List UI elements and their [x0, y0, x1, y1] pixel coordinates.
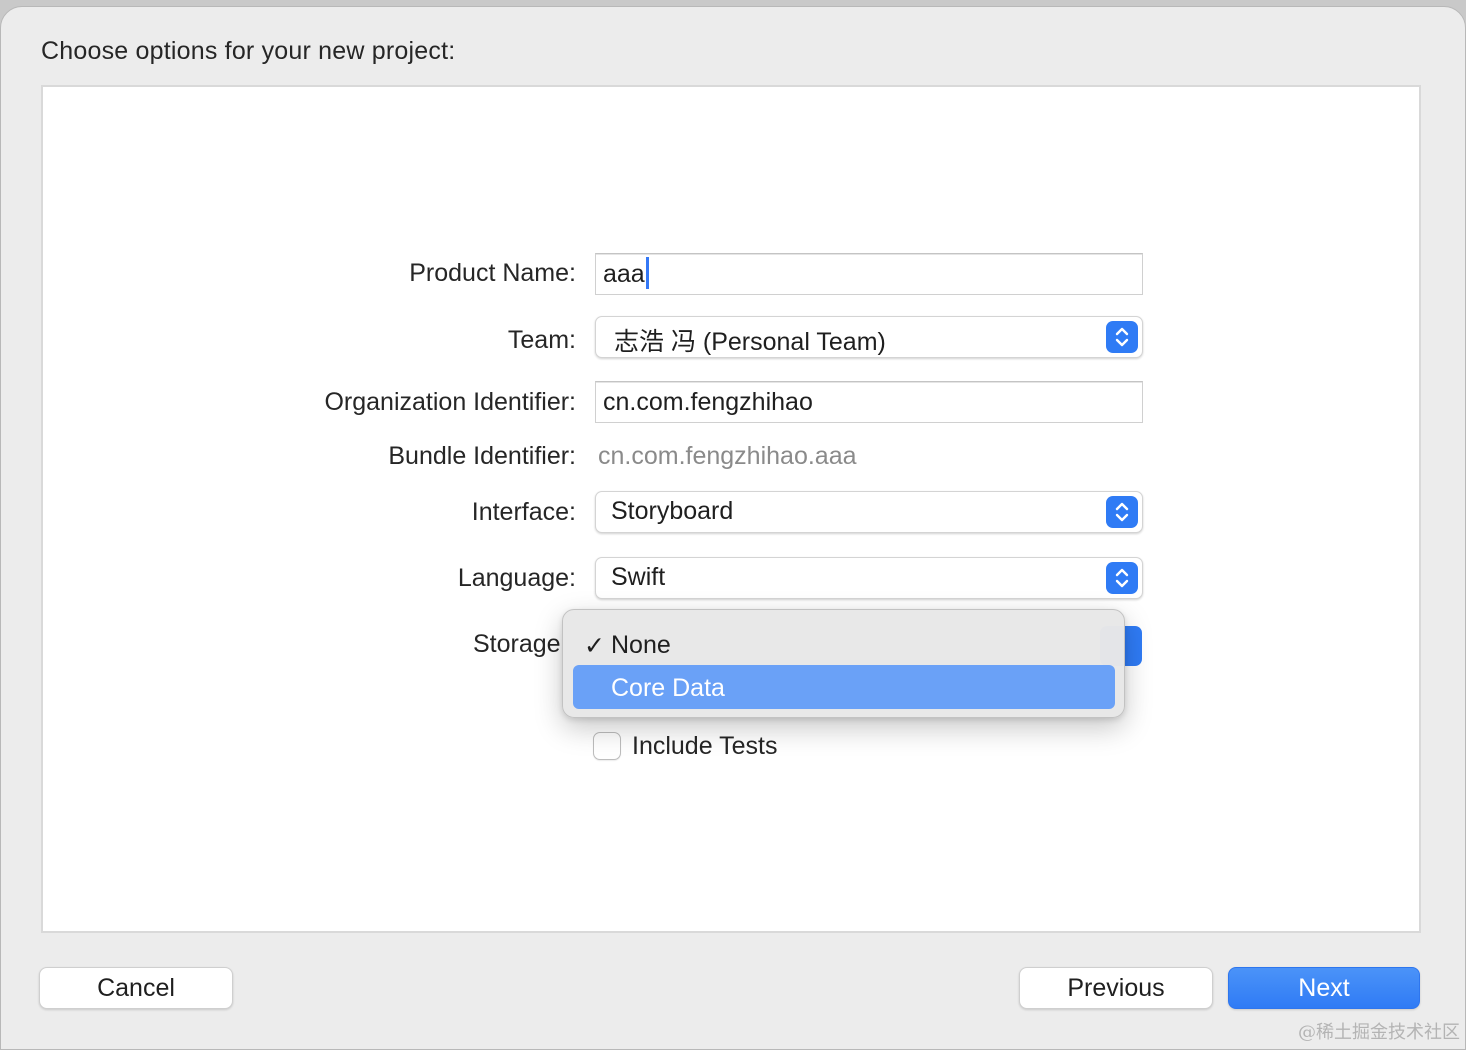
organization-identifier-field[interactable]: cn.com.fengzhihao	[595, 381, 1143, 423]
storage-menu-item-core-data[interactable]: Core Data	[573, 665, 1115, 709]
cancel-button[interactable]: Cancel	[39, 967, 233, 1009]
include-tests-checkbox[interactable]	[593, 732, 621, 760]
up-down-chevron-icon	[1106, 321, 1138, 353]
language-popup[interactable]: Swift	[595, 557, 1143, 599]
organization-identifier-value: cn.com.fengzhihao	[603, 388, 813, 416]
team-label: Team:	[507, 326, 576, 354]
storage-label: Storage	[473, 630, 561, 658]
organization-identifier-label: Organization Identifier:	[324, 388, 576, 416]
next-button[interactable]: Next	[1228, 967, 1420, 1009]
menu-item-label: Core Data	[611, 674, 725, 702]
dialog-title: Choose options for your new project:	[41, 37, 456, 65]
storage-menu-item-none[interactable]: ✓ None	[573, 622, 1115, 666]
storage-menu: ✓ None Core Data	[562, 609, 1125, 718]
team-popup[interactable]: 志浩 冯 (Personal Team)	[595, 316, 1143, 358]
language-label: Language:	[457, 564, 576, 592]
product-name-field[interactable]: aaa	[595, 253, 1143, 295]
product-name-value: aaa	[603, 260, 645, 288]
team-value: 志浩 冯 (Personal Team)	[614, 328, 886, 356]
interface-value: Storyboard	[611, 497, 734, 525]
language-value: Swift	[611, 563, 666, 591]
text-caret	[645, 256, 649, 289]
watermark: @稀土掘金技术社区	[1298, 1022, 1460, 1043]
include-tests-label: Include Tests	[632, 732, 778, 760]
previous-button[interactable]: Previous	[1019, 967, 1213, 1009]
bundle-identifier-label: Bundle Identifier:	[388, 442, 576, 470]
checkmark-icon: ✓	[584, 632, 605, 660]
bundle-identifier-value: cn.com.fengzhihao.aaa	[598, 442, 857, 470]
interface-popup[interactable]: Storyboard	[595, 491, 1143, 533]
interface-label: Interface:	[471, 498, 576, 526]
menu-item-label: None	[611, 631, 671, 659]
product-name-label: Product Name:	[409, 259, 576, 287]
up-down-chevron-icon	[1106, 562, 1138, 594]
up-down-chevron-icon	[1106, 496, 1138, 528]
